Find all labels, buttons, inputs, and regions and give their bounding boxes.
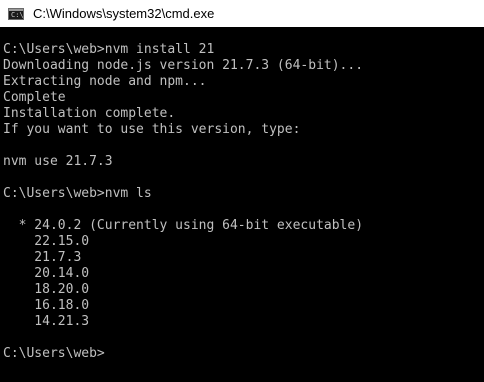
console-output[interactable]: C:\Users\web>nvm install 21 Downloading … [0, 27, 484, 382]
cmd-console-icon: C:\ [8, 7, 24, 20]
console-line: C:\Users\web>nvm ls [3, 186, 152, 201]
console-line: Extracting node and npm... [3, 74, 207, 89]
console-line: 21.7.3 [3, 250, 82, 265]
cmd-console-icon-glyph: C:\ [11, 10, 24, 19]
console-line: 22.15.0 [3, 234, 90, 249]
console-line: C:\Users\web>nvm install 21 [3, 42, 215, 57]
console-line: Installation complete. [3, 106, 176, 121]
title-bar[interactable]: C:\ C:\Windows\system32\cmd.exe [0, 0, 484, 27]
console-line: 20.14.0 [3, 266, 90, 281]
cmd-window: C:\ C:\Windows\system32\cmd.exe C:\Users… [0, 0, 484, 382]
console-line: nvm use 21.7.3 [3, 154, 113, 169]
console-line: 14.21.3 [3, 314, 90, 329]
console-line: 18.20.0 [3, 282, 90, 297]
console-line: 16.18.0 [3, 298, 90, 313]
console-line: If you want to use this version, type: [3, 122, 301, 137]
command-prompt[interactable]: C:\Users\web> [3, 346, 484, 362]
console-line: * 24.0.2 (Currently using 64-bit executa… [3, 218, 364, 233]
window-title: C:\Windows\system32\cmd.exe [33, 6, 215, 21]
console-line: Downloading node.js version 21.7.3 (64-b… [3, 58, 364, 73]
console-line: Complete [3, 90, 66, 105]
